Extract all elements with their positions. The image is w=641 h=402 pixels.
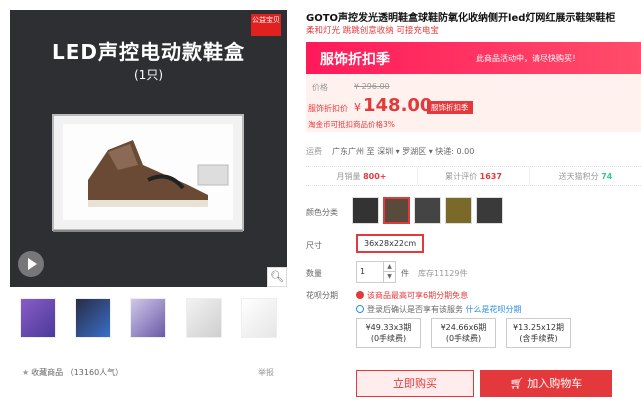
plan-amount: ¥49.33x3期 <box>365 323 412 332</box>
stats-bar: 月销量 800+ 累计评价 1637 送天猫积分 74 <box>306 166 641 186</box>
stat-value: 800+ <box>363 172 387 181</box>
info-dot-icon <box>356 291 364 299</box>
color-option-3[interactable] <box>414 197 441 224</box>
quantity-label: 数量 <box>306 269 322 278</box>
orig-price-label: 价格 <box>312 83 328 92</box>
add-cart-label: 加入购物车 <box>527 377 583 390</box>
magnifier-icon[interactable]: 🔍︎ <box>267 267 287 287</box>
stat-monthly-sales: 月销量 800+ <box>306 167 418 185</box>
increment-arrow-icon[interactable]: ▲ <box>384 262 395 272</box>
product-title: GOTO声控发光透明鞋盒球鞋防氧化收纳侧开led灯网红展示鞋架鞋柜 <box>306 13 616 24</box>
banner-subtitle: (1只) <box>134 68 163 82</box>
thumbnail-1[interactable] <box>19 298 56 338</box>
huabei-label: 花呗分期 <box>306 291 338 300</box>
thumbnail-3[interactable] <box>130 298 167 338</box>
huabei-tip: 该商品最高可享6期分期免息 <box>356 290 468 301</box>
color-option-2[interactable] <box>383 197 410 224</box>
stat-label: 累计评价 <box>445 172 478 181</box>
quantity-stepper[interactable]: ▲ ▼ <box>384 261 396 283</box>
stat-value: 74 <box>601 172 613 181</box>
stat-label: 送天猫积分 <box>558 172 599 181</box>
points-note[interactable]: 淘金币可抵扣商品价格3% <box>308 119 395 130</box>
color-option-5[interactable] <box>476 197 503 224</box>
stock-text: 库存11129件 <box>418 269 468 278</box>
collect-link[interactable]: ★ 收藏商品 （13160人气） <box>22 367 123 378</box>
color-label: 颜色分类 <box>306 208 338 217</box>
main-product-image[interactable]: 公益宝贝 LED声控电动款鞋盒 (1只) 🔍︎ <box>10 10 287 287</box>
size-option[interactable]: 36x28x22cm <box>356 234 425 253</box>
thumbnail-5[interactable] <box>241 298 278 338</box>
collect-label: 收藏商品 （13160人气） <box>31 368 124 377</box>
installment-plans: ¥49.33x3期 (0手续费) ¥24.66x6期 (0手续费) ¥13.25x1… <box>356 318 571 348</box>
shipping-text[interactable]: 广东广州 至 深圳 ▾ 罗湖区 ▾ 快递: 0.00 <box>332 147 474 156</box>
deal-badge: 服饰折扣季 <box>427 101 473 114</box>
product-page: 公益宝贝 LED声控电动款鞋盒 (1只) 🔍︎ ★ 收藏商品 （13160人气） … <box>0 0 641 402</box>
color-option-4[interactable] <box>445 197 472 224</box>
stat-label: 月销量 <box>336 172 361 181</box>
huabei-login-text: 登录后确认是否享有该服务 <box>367 305 466 314</box>
color-option-1[interactable] <box>352 197 379 224</box>
official-badge: 公益宝贝 <box>251 14 281 36</box>
shoe-box-illustration <box>52 114 244 232</box>
orig-price: ¥ 296.00 <box>354 82 390 91</box>
huabei-help-link[interactable]: 什么是花呗分期 <box>466 305 522 314</box>
report-link[interactable]: 举报 <box>258 367 274 378</box>
quantity-input[interactable]: 1 <box>356 261 384 283</box>
thumbnail-strip <box>10 298 287 348</box>
shipping-row: 运费 广东广州 至 深圳 ▾ 罗湖区 ▾ 快递: 0.00 <box>306 146 474 157</box>
deal-price: ¥148.00 <box>354 95 432 116</box>
shipping-label: 运费 <box>306 147 322 156</box>
stat-value: 1637 <box>479 172 502 181</box>
size-label: 尺寸 <box>306 241 322 250</box>
plan-fee: (0手续费) <box>370 334 407 343</box>
stat-reviews[interactable]: 累计评价 1637 <box>418 167 530 185</box>
stat-points: 送天猫积分 74 <box>530 167 641 185</box>
thumbnail-2[interactable] <box>75 298 112 338</box>
star-icon: ★ <box>22 368 30 377</box>
quantity-unit: 件 <box>401 269 409 278</box>
cart-icon: 🛒︎ <box>509 377 528 390</box>
add-to-cart-button[interactable]: 🛒︎ 加入购物车 <box>480 370 612 397</box>
price-box: 价格 ¥ 296.00 服饰折扣价 ¥148.00 服饰折扣季 淘金币可抵扣商品… <box>306 74 641 132</box>
deal-price-value: 148.00 <box>363 95 433 116</box>
installment-plan-6[interactable]: ¥24.66x6期 (0手续费) <box>431 318 496 348</box>
product-subtitle: 柔和灯光 跳跳创意收纳 可接充电宝 <box>306 26 439 36</box>
plan-amount: ¥24.66x6期 <box>440 323 487 332</box>
promo-title: 服饰折扣季 <box>320 52 390 68</box>
huabei-tip-text: 该商品最高可享6期分期免息 <box>367 291 469 300</box>
thumbnail-4[interactable] <box>185 298 222 338</box>
play-video-button[interactable] <box>18 251 44 277</box>
currency-symbol: ¥ <box>354 101 361 114</box>
promo-note: 此商品活动中，请尽快购买！ <box>476 54 580 63</box>
installment-plan-12[interactable]: ¥13.25x12期 (含手续费) <box>506 318 571 348</box>
deal-price-label: 服饰折扣价 <box>308 104 348 113</box>
decrement-arrow-icon[interactable]: ▼ <box>384 272 395 282</box>
huabei-login: 登录后确认是否享有该服务 什么是花呗分期 <box>356 304 522 315</box>
login-icon <box>356 305 364 313</box>
plan-amount: ¥13.25x12期 <box>513 323 564 332</box>
color-swatches <box>352 197 503 224</box>
banner-title: LED声控电动款鞋盒 <box>51 40 245 64</box>
promo-banner: 服饰折扣季 此商品活动中，请尽快购买！ <box>306 42 641 74</box>
plan-fee: (含手续费) <box>519 334 558 343</box>
plan-fee: (0手续费) <box>445 334 482 343</box>
installment-plan-3[interactable]: ¥49.33x3期 (0手续费) <box>356 318 421 348</box>
buy-now-button[interactable]: 立即购买 <box>356 370 474 397</box>
